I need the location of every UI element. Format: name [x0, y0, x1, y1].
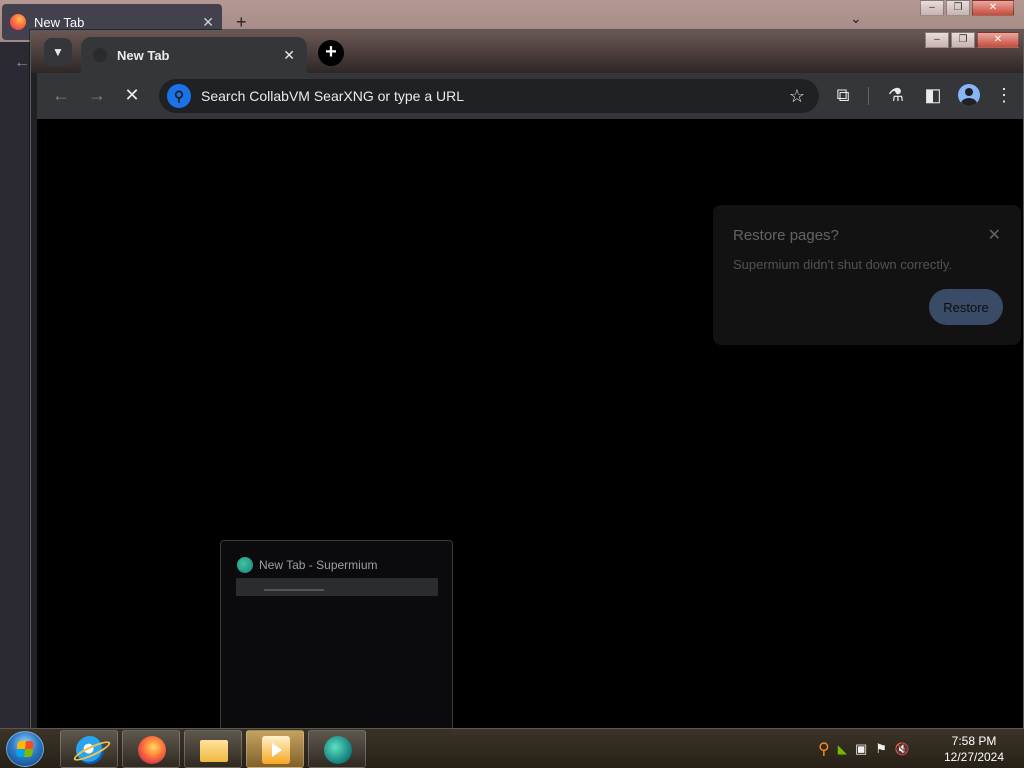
system-tray: ⚲ ◣ ▣ ⚑ 🔇 [818, 729, 910, 768]
taskbar-thumbnail-preview[interactable]: New Tab - Supermium [220, 540, 453, 736]
taskbar: ⚲ ◣ ▣ ⚑ 🔇 7:58 PM 12/27/2024 [0, 728, 1024, 768]
taskbar-internet-explorer[interactable] [60, 730, 118, 768]
folder-icon [200, 740, 228, 762]
volume-muted-icon[interactable]: 🔇 [895, 742, 910, 756]
restore-popup-close-icon[interactable]: ✕ [988, 225, 1001, 245]
taskbar-media-player[interactable] [246, 730, 304, 768]
address-bar-input[interactable] [201, 88, 789, 104]
restore-popup-message: Supermium didn't shut down correctly. [733, 257, 953, 272]
taskbar-supermium[interactable] [308, 730, 366, 768]
clock[interactable]: 7:58 PM 12/27/2024 [934, 733, 1014, 765]
toolbar-divider [868, 87, 869, 105]
taskbar-windows-explorer[interactable] [184, 730, 242, 768]
new-tab-button[interactable]: + [318, 40, 344, 66]
internet-explorer-icon [76, 736, 104, 764]
supermium-icon [237, 557, 253, 573]
tab-search-button[interactable]: ▼ [44, 38, 72, 66]
forward-icon[interactable]: → [86, 85, 108, 106]
supermium-icon [324, 736, 352, 764]
clock-time: 7:58 PM [951, 734, 997, 748]
supermium-titlebar: ▼ New Tab ✕ + – ❐ ✕ [31, 31, 1023, 73]
nvidia-icon[interactable]: ◣ [838, 742, 847, 756]
profile-avatar-icon[interactable] [958, 84, 980, 106]
media-player-icon [262, 736, 290, 764]
firefox-minimize-button[interactable]: – [920, 0, 944, 16]
firefox-maximize-button[interactable]: ❐ [946, 0, 970, 16]
supermium-window: ▼ New Tab ✕ + – ❐ ✕ ← → ✕ ⚲ ☆ ⧉ ⚗ ◧ ⋮ [30, 30, 1024, 730]
bookmark-star-icon[interactable]: ☆ [789, 86, 805, 107]
extensions-puzzle-icon[interactable]: ⧉ [832, 85, 854, 106]
taskbar-firefox[interactable] [122, 730, 180, 768]
search-icon: ⚲ [167, 84, 191, 108]
supermium-tab-title: New Tab [117, 47, 170, 63]
clock-date: 12/27/2024 [943, 750, 1005, 764]
windows-logo-icon [16, 741, 34, 757]
side-panel-icon[interactable]: ◧ [922, 85, 944, 106]
omnibox[interactable]: ⚲ ☆ [159, 79, 819, 113]
labs-flask-icon[interactable]: ⚗ [885, 85, 907, 106]
firefox-tab-close-icon[interactable]: ✕ [202, 14, 214, 31]
tab-close-icon[interactable]: ✕ [283, 47, 295, 64]
supermium-close-button[interactable]: ✕ [977, 32, 1019, 48]
thumbnail-title: New Tab - Supermium [259, 558, 378, 572]
restore-pages-popup: Restore pages? ✕ Supermium didn't shut d… [713, 205, 1021, 345]
thumbnail-window-image [236, 578, 438, 596]
supermium-window-controls: – ❐ ✕ [925, 32, 1019, 48]
firefox-content-edge [0, 84, 32, 728]
firefox-close-button[interactable]: ✕ [972, 0, 1014, 16]
firefox-tab-title: New Tab [34, 14, 85, 30]
search-tray-icon[interactable]: ⚲ [818, 739, 830, 759]
supermium-tab[interactable]: New Tab ✕ [81, 37, 307, 73]
supermium-minimize-button[interactable]: – [925, 32, 949, 48]
supermium-toolbar: ← → ✕ ⚲ ☆ ⧉ ⚗ ◧ ⋮ [37, 73, 1023, 119]
restore-button[interactable]: Restore [929, 289, 1003, 325]
firefox-back-icon[interactable]: ← [14, 54, 30, 72]
back-icon[interactable]: ← [50, 85, 72, 106]
stop-icon[interactable]: ✕ [121, 85, 143, 106]
firefox-window-controls: – ❐ ✕ [920, 0, 1014, 16]
page-content: Restore pages? ✕ Supermium didn't shut d… [37, 119, 1023, 729]
restore-popup-title: Restore pages? [733, 227, 839, 244]
firefox-icon [10, 14, 26, 30]
action-center-flag-icon[interactable]: ⚑ [875, 741, 887, 757]
firefox-tab-list-icon[interactable]: ⌄ [850, 10, 862, 27]
chevron-down-icon: ▼ [52, 45, 64, 59]
start-button[interactable] [6, 731, 44, 767]
tab-favicon-icon [93, 48, 107, 62]
firefox-icon [138, 736, 166, 764]
network-icon[interactable]: ▣ [855, 741, 867, 757]
supermium-maximize-button[interactable]: ❐ [951, 32, 975, 48]
more-vert-icon[interactable]: ⋮ [993, 85, 1015, 106]
